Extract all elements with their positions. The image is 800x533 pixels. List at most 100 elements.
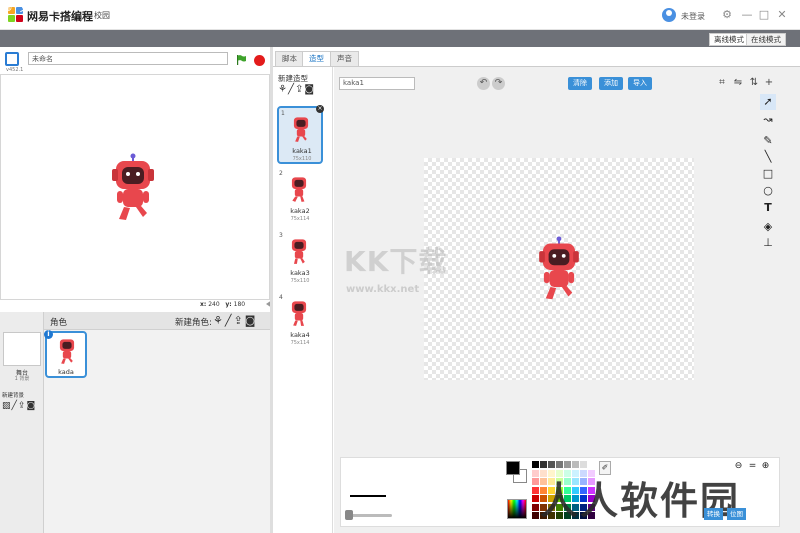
sprite-upload-icon[interactable]: ⇪	[234, 314, 245, 327]
color-swatch[interactable]	[532, 469, 539, 477]
settings-icon[interactable]: ⚙	[720, 8, 734, 22]
costume-item[interactable]: 4 kaka4 75x114	[277, 292, 323, 350]
text-tool-icon[interactable]: T	[760, 200, 776, 216]
costume-name: kaka4	[290, 331, 310, 339]
menu-edit[interactable]: 编辑 ▾	[48, 3, 71, 14]
costume-drawing[interactable]	[536, 236, 582, 304]
delete-costume-icon[interactable]: ×	[316, 105, 324, 113]
flip-horizontal-icon[interactable]: ⇋	[732, 77, 744, 89]
menu-file[interactable]: 文件 ▾	[20, 3, 43, 14]
backdrop-library-icon[interactable]: ▨	[2, 401, 12, 411]
costume-upload-icon[interactable]: ⇪	[295, 84, 304, 95]
costume-item[interactable]: 2 kaka2 75x114	[277, 168, 323, 226]
ellipse-tool-icon[interactable]: ○	[760, 183, 776, 199]
pencil-tool-icon[interactable]: ✎	[760, 133, 776, 149]
save-local-button[interactable]: 保存至本地	[322, 3, 362, 14]
color-swatch[interactable]	[548, 461, 555, 468]
sprite-card[interactable]: kada	[45, 331, 87, 378]
costume-item[interactable]: 1 kaka1 75x110 ×	[277, 105, 324, 164]
sprite-camera-icon[interactable]: ◙	[245, 314, 258, 327]
tab-scripts[interactable]: 脚本	[275, 51, 304, 66]
info-icon[interactable]: i	[44, 330, 53, 339]
tab-costumes[interactable]: 造型	[302, 51, 331, 66]
robot-sprite[interactable]	[109, 153, 157, 225]
add-button[interactable]: 添加	[599, 77, 623, 90]
line-width-slider-knob[interactable]	[345, 510, 353, 520]
save-icon[interactable]: ⎙	[308, 3, 315, 13]
color-swatch[interactable]	[556, 461, 563, 468]
color-swatch[interactable]	[580, 461, 587, 468]
undo-icon[interactable]: ↶	[477, 77, 490, 90]
drawing-canvas[interactable]	[424, 158, 694, 380]
color-swatch[interactable]	[540, 461, 547, 468]
costume-paint-icon[interactable]: ╱	[288, 84, 295, 95]
shrink-icon[interactable]: ✤	[282, 3, 290, 13]
costume-name-input[interactable]: kaka1	[339, 77, 415, 90]
maximize-icon[interactable]: □	[757, 8, 771, 22]
color-swatch[interactable]	[564, 461, 571, 468]
close-icon[interactable]: ✕	[775, 8, 789, 22]
copy-stamp-icon[interactable]: ⊥	[239, 3, 247, 13]
login-status[interactable]: 未登录	[681, 11, 705, 22]
costume-thumbnail	[291, 301, 307, 326]
grow-icon[interactable]: ✣	[267, 3, 275, 13]
redo-icon[interactable]: ↷	[492, 77, 505, 90]
costume-library-icon[interactable]: ⚘	[278, 84, 288, 95]
paint-toolbox: ➚ ↝ ✎ ╲ □ ○ T ◈ ⊥	[760, 94, 776, 254]
color-swatch[interactable]	[532, 461, 539, 468]
zoom-reset-icon[interactable]: =	[747, 461, 758, 472]
backdrop-camera-icon[interactable]: ◙	[26, 401, 36, 411]
user-avatar-icon[interactable]	[662, 8, 676, 22]
costume-camera-icon[interactable]: ◙	[304, 84, 315, 95]
select-tool-icon[interactable]: ➚	[760, 94, 776, 110]
tab-sounds[interactable]: 声音	[330, 51, 359, 66]
reshape-tool-icon[interactable]: ↝	[760, 112, 776, 128]
green-flag-icon[interactable]	[236, 55, 246, 65]
project-name-input[interactable]: 未命名	[28, 52, 228, 65]
color-spectrum-picker[interactable]	[507, 499, 527, 519]
y-value: 180	[233, 301, 246, 308]
rectangle-tool-icon[interactable]: □	[760, 166, 776, 182]
clear-button[interactable]: 清除	[568, 77, 592, 90]
title-bar	[0, 0, 800, 30]
zoom-out-icon[interactable]: ⊖	[733, 461, 744, 472]
costume-size: 75x114	[290, 216, 310, 222]
stage-thumbnail[interactable]	[3, 332, 41, 366]
bitmap-button[interactable]: 位图	[727, 508, 746, 520]
costume-number: 4	[279, 294, 283, 301]
online-mode-button[interactable]: 在线模式	[746, 33, 786, 46]
new-costume-label: 新建造型	[278, 74, 308, 83]
fullscreen-icon[interactable]	[5, 52, 19, 66]
stop-icon[interactable]	[254, 55, 265, 66]
sprite-library-icon[interactable]: ⚘	[213, 314, 225, 327]
set-center-icon[interactable]: +	[763, 77, 775, 89]
globe-icon[interactable]: ◍	[4, 3, 12, 13]
color-swatch[interactable]	[532, 486, 539, 494]
stamp-tool-icon[interactable]: ⊥	[760, 235, 776, 251]
backdrop-count: 1 背景	[14, 376, 30, 382]
minimize-icon[interactable]: —	[740, 8, 754, 22]
move-icon[interactable]: ✥	[253, 3, 261, 13]
import-button[interactable]: 导入	[628, 77, 652, 90]
color-swatch[interactable]	[532, 495, 539, 502]
primary-color-swatch[interactable]	[506, 461, 520, 475]
color-swatch[interactable]	[532, 512, 539, 519]
new-costume-tools: ⚘╱⇪◙	[278, 84, 315, 95]
new-sprite-tools: ⚘╱⇪◙	[213, 314, 257, 327]
color-swatch[interactable]	[588, 461, 595, 468]
fill-tool-icon[interactable]: ◈	[760, 219, 776, 235]
costume-size: 75x114	[290, 340, 310, 346]
costume-size: 75x110	[292, 156, 312, 162]
color-swatch[interactable]	[532, 503, 539, 511]
stage-canvas[interactable]	[0, 74, 270, 300]
costume-item[interactable]: 3 kaka3 75x110	[277, 230, 323, 288]
crop-icon[interactable]: ⌗	[716, 77, 728, 89]
flip-vertical-icon[interactable]: ⇅	[748, 77, 760, 89]
color-swatch[interactable]	[532, 478, 539, 485]
zoom-in-icon[interactable]: ⊕	[760, 461, 771, 472]
offline-mode-button[interactable]: 离线模式	[709, 33, 749, 46]
color-swatch[interactable]	[572, 461, 579, 468]
sprite-paint-icon[interactable]: ╱	[225, 314, 234, 327]
line-tool-icon[interactable]: ╲	[760, 149, 776, 165]
convert-button[interactable]: 转换	[704, 508, 723, 520]
